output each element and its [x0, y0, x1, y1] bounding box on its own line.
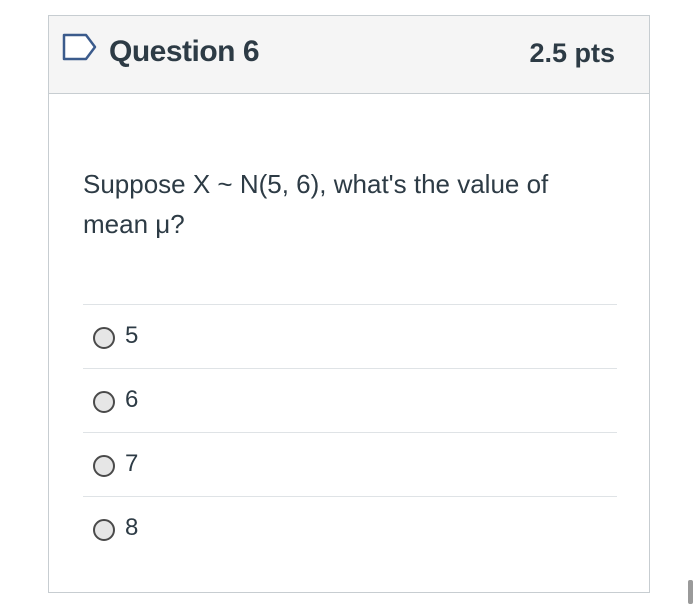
question-card: Question 6 2.5 pts Suppose X ~ N(5, 6), … [48, 15, 650, 593]
answer-label: 8 [125, 514, 139, 541]
scrollbar-handle[interactable] [688, 580, 693, 604]
radio-button[interactable] [93, 391, 115, 413]
answer-option[interactable]: 8 [83, 496, 617, 560]
answer-option[interactable]: 7 [83, 432, 617, 496]
question-text: Suppose X ~ N(5, 6), what's the value of… [83, 169, 549, 239]
question-points: 2.5 pts [529, 38, 615, 68]
bookmark-flag-icon[interactable] [62, 33, 98, 61]
answer-option[interactable]: 6 [83, 368, 617, 432]
answer-label: 5 [125, 322, 139, 349]
question-header: Question 6 2.5 pts [49, 16, 649, 94]
question-title: Question 6 [109, 35, 260, 68]
answer-option[interactable]: 5 [83, 304, 617, 368]
answer-label: 6 [125, 386, 139, 413]
radio-button[interactable] [93, 455, 115, 477]
radio-button[interactable] [93, 519, 115, 541]
radio-button[interactable] [93, 327, 115, 349]
answer-list: 5 6 7 8 [83, 304, 617, 560]
answer-label: 7 [125, 450, 139, 477]
